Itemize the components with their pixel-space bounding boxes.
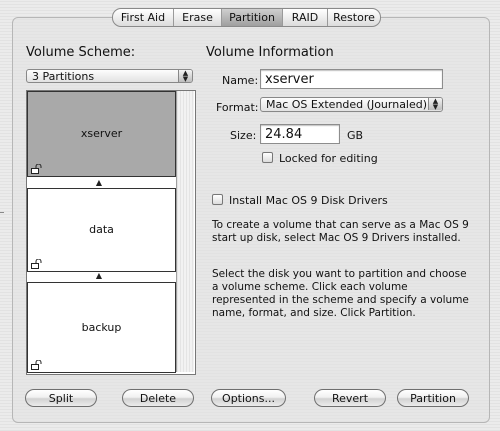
partition-name: xserver — [80, 127, 123, 140]
size-unit: GB — [347, 129, 364, 142]
tab-bar: First Aid Erase Partition RAID Restore — [112, 8, 381, 27]
format-select[interactable]: Mac OS Extended (Journaled) ▲ ▼ — [260, 97, 443, 112]
locked-checkbox[interactable] — [262, 152, 273, 163]
format-select-value: Mac OS Extended (Journaled) — [266, 98, 428, 111]
partition-xserver[interactable]: xserver — [27, 91, 176, 177]
popup-arrows-icon: ▲ ▼ — [428, 98, 442, 111]
format-label: Format: — [216, 101, 259, 114]
partition-backup[interactable]: backup — [27, 282, 176, 373]
partition-button[interactable]: Partition — [397, 389, 469, 407]
popup-arrows-icon: ▲ ▼ — [178, 70, 192, 83]
partition-resize-handle[interactable]: ▲ — [95, 179, 103, 187]
window-edge-mark — [0, 212, 4, 213]
scheme-scrollbar[interactable] — [176, 91, 194, 372]
volume-scheme-select-value: 3 Partitions — [32, 70, 95, 83]
os9-drivers-checkbox[interactable] — [212, 194, 223, 205]
name-label: Name: — [222, 74, 259, 87]
tab-restore[interactable]: Restore — [328, 9, 380, 26]
revert-button[interactable]: Revert — [314, 389, 386, 407]
partition-resize-handle[interactable]: ▲ — [95, 272, 103, 280]
os9-help-text: To create a volume that can serve as a M… — [212, 219, 469, 244]
tab-raid[interactable]: RAID — [283, 9, 328, 26]
tab-erase[interactable]: Erase — [174, 9, 222, 26]
size-label: Size: — [230, 129, 257, 142]
volume-information-heading: Volume Information — [206, 45, 334, 60]
volume-name-field[interactable]: xserver — [260, 69, 443, 89]
locked-label: Locked for editing — [279, 152, 378, 165]
tab-first-aid[interactable]: First Aid — [113, 9, 174, 26]
instructions-text: Select the disk you want to partition an… — [212, 268, 469, 319]
lock-open-icon — [31, 164, 42, 174]
options-button[interactable]: Options... — [211, 389, 286, 407]
split-button[interactable]: Split — [25, 389, 97, 407]
tab-partition[interactable]: Partition — [222, 9, 283, 26]
lock-open-icon — [31, 360, 42, 370]
partition-name: backup — [81, 320, 122, 334]
volume-scheme-heading: Volume Scheme: — [26, 45, 136, 60]
partition-name: data — [89, 223, 114, 236]
delete-button[interactable]: Delete — [122, 389, 194, 407]
lock-open-icon — [31, 259, 42, 269]
partition-data[interactable]: data — [27, 188, 176, 272]
os9-drivers-label: Install Mac OS 9 Disk Drivers — [229, 194, 388, 207]
volume-scheme-select[interactable]: 3 Partitions ▲ ▼ — [26, 69, 193, 83]
volume-size-field[interactable]: 24.84 — [260, 124, 340, 144]
